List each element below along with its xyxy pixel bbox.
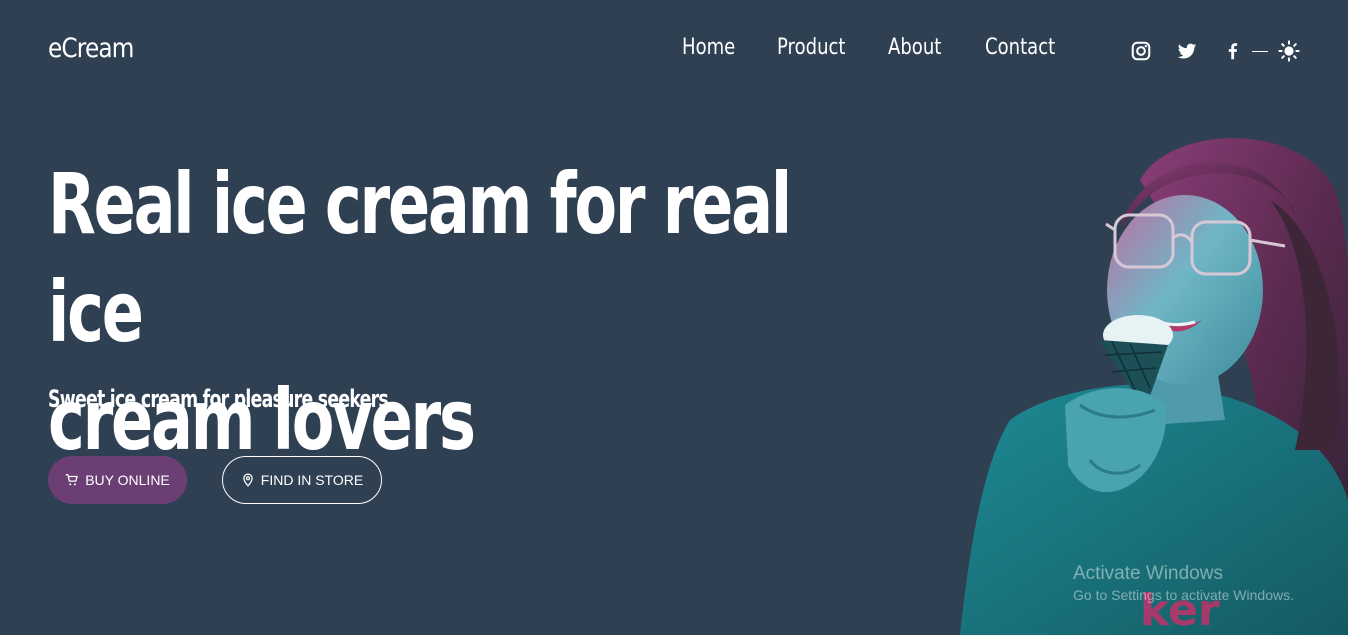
- nav-item-home[interactable]: Home: [682, 35, 735, 60]
- hero-headline: Real ice cream for real ice cream lovers: [48, 150, 818, 474]
- hero-image-woman-with-ice-cream: ker: [960, 138, 1348, 635]
- find-in-store-button[interactable]: FIND IN STORE: [222, 456, 382, 504]
- watermark-subtitle: Go to Settings to activate Windows.: [1073, 587, 1294, 603]
- hero-headline-line1: Real ice cream for real ice: [48, 155, 792, 361]
- windows-activation-watermark: Activate Windows Go to Settings to activ…: [1073, 563, 1294, 604]
- location-pin-icon: [243, 473, 253, 487]
- nav-item-product[interactable]: Product: [777, 35, 845, 60]
- facebook-icon[interactable]: [1222, 40, 1244, 62]
- nav-item-about[interactable]: About: [888, 35, 941, 60]
- social-links: [1130, 40, 1305, 64]
- cart-icon: [65, 474, 78, 486]
- hero-subheadline: Sweet ice cream for pleasure seekers.: [48, 385, 395, 413]
- divider-line: [1252, 51, 1268, 52]
- landing-page: eCream Home Product About Contact Real i…: [0, 0, 1348, 635]
- buy-online-label: BUY ONLINE: [85, 472, 170, 488]
- theme-toggle-sun-icon[interactable]: [1278, 40, 1300, 62]
- nav-item-contact[interactable]: Contact: [985, 35, 1055, 60]
- twitter-icon[interactable]: [1176, 40, 1198, 62]
- brand-logo[interactable]: eCream: [48, 33, 134, 64]
- find-in-store-label: FIND IN STORE: [260, 472, 364, 488]
- buy-online-button[interactable]: BUY ONLINE: [48, 456, 187, 504]
- instagram-icon[interactable]: [1130, 40, 1152, 62]
- watermark-title: Activate Windows: [1073, 563, 1223, 584]
